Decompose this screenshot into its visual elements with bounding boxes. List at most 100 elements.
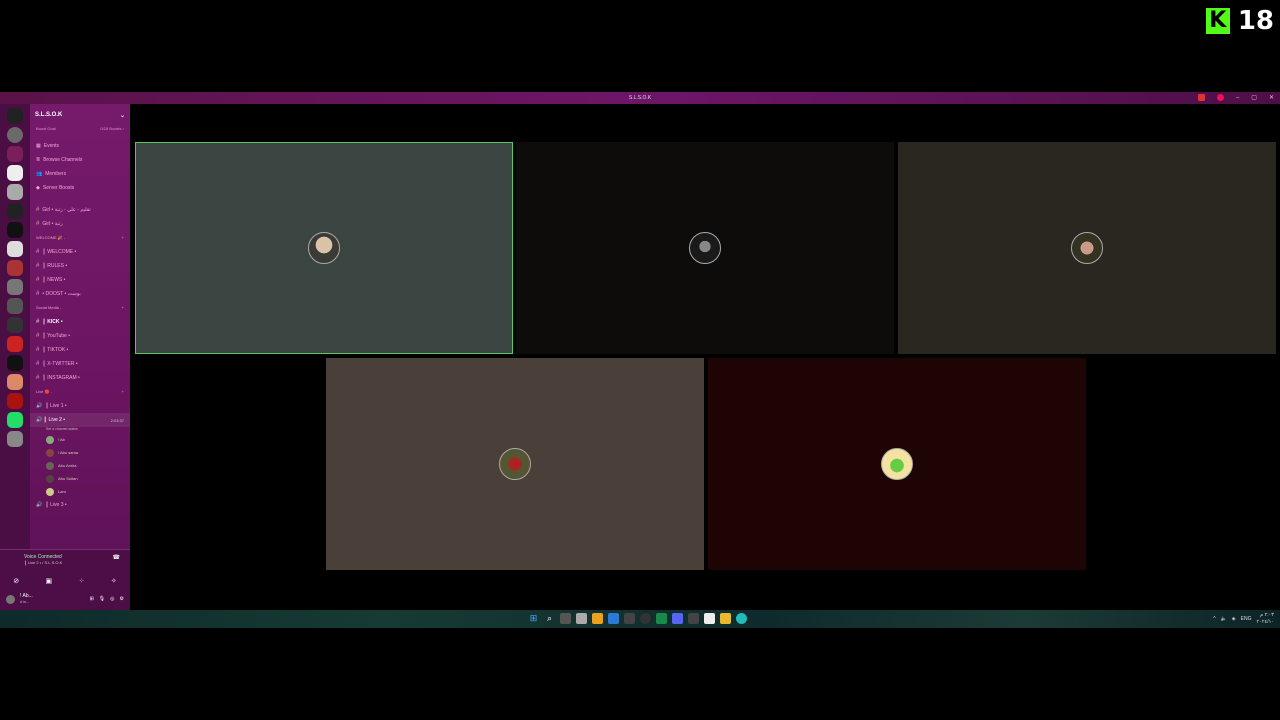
server-icon[interactable] [7, 298, 23, 314]
channel-doost[interactable]: # • DOOST • بوست [30, 287, 130, 301]
vscode-icon[interactable] [608, 613, 619, 624]
server-list [0, 104, 30, 610]
browser-icon[interactable] [736, 613, 747, 624]
app-icon[interactable] [704, 613, 715, 624]
channel-kick[interactable]: # ║ KICK • [30, 315, 130, 329]
app-icon[interactable] [592, 613, 603, 624]
channel-x-twitter[interactable]: # ║ X-TWITTER • [30, 357, 130, 371]
discord-icon[interactable] [672, 613, 683, 624]
channel-welcome[interactable]: # ║ WELCOME • [30, 245, 130, 259]
app-icon[interactable] [624, 613, 635, 624]
server-icon[interactable] [7, 260, 23, 276]
server-icon[interactable] [7, 241, 23, 257]
folder-icon[interactable] [720, 613, 731, 624]
app-icon[interactable] [688, 613, 699, 624]
server-icon[interactable] [7, 203, 23, 219]
voice-user[interactable]: Lam [30, 485, 130, 498]
start-icon[interactable]: ⊞ [528, 613, 539, 624]
user-name: Abu Sultan [58, 476, 78, 481]
item-label: Server Boosts [42, 185, 75, 191]
plus-icon[interactable]: + [122, 235, 124, 245]
server-icon[interactable] [7, 431, 23, 447]
server-icon[interactable] [7, 412, 23, 428]
gamepad-icon[interactable]: ⊞ [90, 596, 94, 602]
participant-avatar [881, 448, 913, 480]
disconnect-icon[interactable]: ☎ [113, 554, 120, 561]
participant-tile[interactable] [516, 142, 894, 354]
app-icon[interactable] [656, 613, 667, 624]
gear-icon[interactable]: ⚙ [120, 596, 124, 602]
boost-goal-bar[interactable]: Boost Goal 0/28 Boosts › [30, 126, 130, 131]
participant-tile[interactable] [898, 142, 1276, 354]
live-timer: 2:03:37 [110, 417, 124, 423]
user-bar[interactable]: ! Ab... # In... ⊞ 🎙 ◎ ⚙ [0, 588, 130, 610]
close-button[interactable]: ✕ [1269, 92, 1274, 104]
app-icon[interactable] [640, 613, 651, 624]
speaker-icon[interactable]: 🔈 [1221, 610, 1227, 628]
voice-user[interactable]: ! Ab [30, 433, 130, 446]
voice-channel-live-2[interactable]: 🔊 ║ Live 2 • 2:03:37 [30, 413, 130, 427]
server-icon[interactable] [7, 146, 23, 162]
events-item[interactable]: ▦ Events [30, 139, 130, 153]
channel-label: • DOOST • بوست [42, 291, 81, 297]
clock[interactable]: ٢:٠٣ م ٢٠٢٤/١٠ [1256, 612, 1274, 626]
channel-rules[interactable]: # ║ RULES • [30, 259, 130, 273]
server-icon[interactable] [7, 374, 23, 390]
category-live[interactable]: Live 🔴 - + [30, 385, 130, 399]
task-view-icon[interactable] [560, 613, 571, 624]
network-icon[interactable]: ◈ [1232, 610, 1236, 628]
participant-tile[interactable] [326, 358, 704, 570]
maximize-button[interactable]: ▢ [1251, 92, 1257, 104]
server-icon[interactable] [7, 279, 23, 295]
voice-channel-live-3[interactable]: 🔊 ║ Live 3 • [30, 498, 130, 512]
hash-icon: # [36, 333, 40, 339]
participant-tile[interactable] [135, 142, 513, 354]
server-icon[interactable] [7, 184, 23, 200]
channel-girl-1[interactable]: # Girl • تقليم - علي - رتبة [30, 203, 130, 217]
channel-youtube[interactable]: # ║ YouTube • [30, 329, 130, 343]
server-icon[interactable] [7, 222, 23, 238]
voice-user[interactable]: Abu Amira [30, 459, 130, 472]
participant-tile[interactable] [708, 358, 1086, 570]
server-header[interactable]: S.L.S.O.K ⌄ [30, 104, 130, 126]
help-icon[interactable] [1216, 94, 1224, 101]
headset-icon[interactable]: ◎ [110, 596, 114, 602]
server-boosts-item[interactable]: ◆ Server Boosts [30, 181, 130, 195]
minimize-button[interactable]: – [1236, 92, 1239, 104]
discord-home-icon[interactable] [7, 108, 23, 124]
camera-off-icon[interactable]: ⊘ [13, 577, 19, 585]
activities-icon[interactable]: ⁘ [79, 577, 85, 585]
channel-tiktok[interactable]: # ║ TIKTOK • [30, 343, 130, 357]
voice-user[interactable]: ! Abu sama [30, 446, 130, 459]
plus-icon[interactable]: + [122, 305, 124, 315]
category-welcome[interactable]: WELCOME 🎉 - + [30, 231, 130, 245]
voice-connected-status[interactable]: Voice Connected ║ Live 2 • / S.L.S.O.K ☎ [0, 550, 130, 574]
members-item[interactable]: 👥 Members [30, 167, 130, 181]
lang-indicator[interactable]: ENG [1241, 610, 1252, 628]
voice-channel-live-1[interactable]: 🔊 ║ Live 1 • [30, 399, 130, 413]
channel-instagram[interactable]: # ║ INSTAGRAM • [30, 371, 130, 385]
channel-label: ║ INSTAGRAM • [42, 375, 80, 381]
search-icon[interactable]: ⌕ [544, 613, 555, 624]
server-icon[interactable] [7, 355, 23, 371]
inbox-icon[interactable] [1197, 94, 1205, 101]
app-icon[interactable] [576, 613, 587, 624]
mic-icon[interactable]: 🎙 [99, 596, 105, 602]
server-icon[interactable] [7, 317, 23, 333]
server-icon[interactable] [7, 127, 23, 143]
browse-channels-item[interactable]: ≣ Browse Channels [30, 153, 130, 167]
screen-share-icon[interactable]: ▣ [46, 577, 53, 585]
server-icon[interactable] [7, 336, 23, 352]
channel-news[interactable]: # ║ NEWS • [30, 273, 130, 287]
clock-date: ٢٠٢٤/١٠ [1256, 619, 1274, 625]
voice-user[interactable]: Abu Sultan [30, 472, 130, 485]
calendar-icon: ▦ [36, 143, 41, 149]
server-icon[interactable] [7, 393, 23, 409]
chevron-up-icon[interactable]: ^ [1213, 610, 1215, 628]
plus-icon[interactable]: + [122, 389, 124, 399]
avatar [46, 448, 54, 457]
channel-girl-2[interactable]: # Girl • رتبة [30, 217, 130, 231]
category-social[interactable]: Social Media - + [30, 301, 130, 315]
server-icon[interactable] [7, 165, 23, 181]
soundboard-icon[interactable]: ✧ [111, 577, 117, 585]
